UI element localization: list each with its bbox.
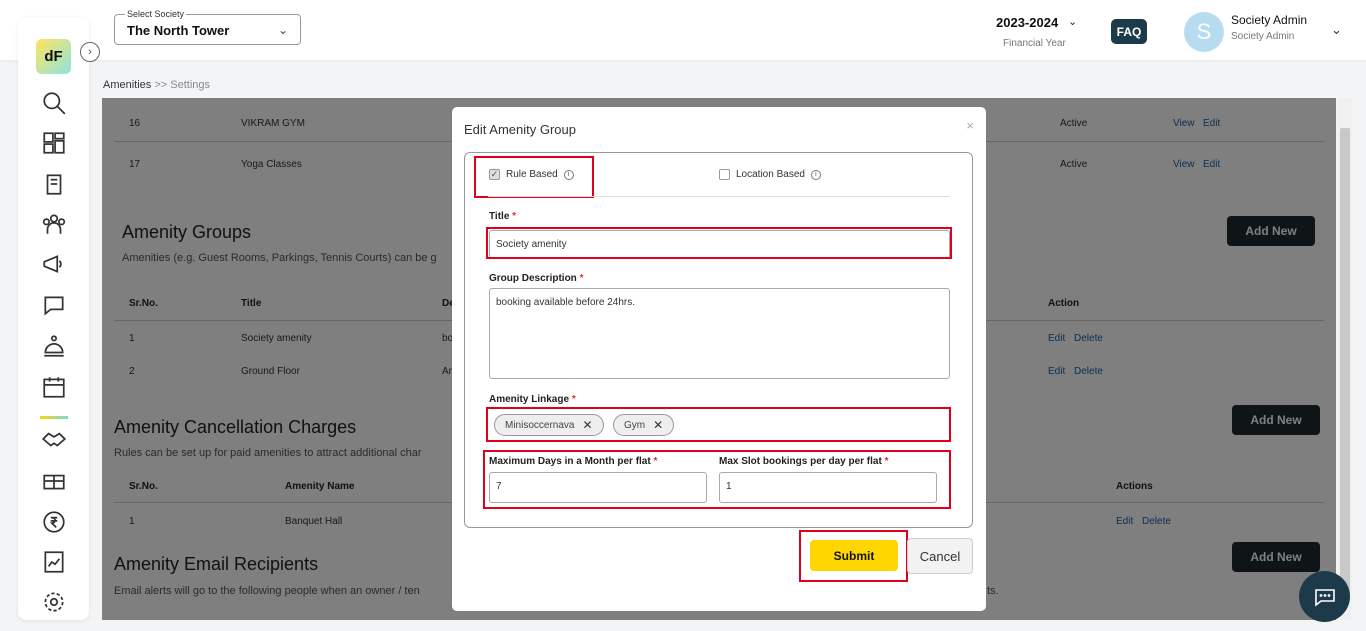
title-label: Title *: [489, 211, 517, 222]
search-icon[interactable]: [40, 89, 68, 117]
top-header: Select Society The North Tower ⌄ 2023-20…: [0, 0, 1366, 60]
calendar-icon[interactable]: [40, 373, 68, 401]
highlight-box: [486, 407, 951, 442]
modal-form: ✓ Rule Based i Location Based i Title * …: [464, 152, 973, 528]
info-icon[interactable]: i: [810, 169, 821, 180]
sidebar-toggle-button[interactable]: ›: [80, 42, 100, 62]
sidebar: dF: [18, 17, 89, 620]
people-icon[interactable]: [40, 210, 68, 238]
chat-bubble-icon: [1314, 588, 1335, 607]
user-menu-chevron-icon[interactable]: ⌄: [1331, 22, 1342, 38]
user-role: Society Admin: [1231, 31, 1295, 42]
chevron-down-icon: ⌄: [277, 23, 288, 37]
location-based-checkbox[interactable]: Location Based i: [719, 169, 821, 180]
faq-button[interactable]: FAQ: [1111, 19, 1147, 44]
chat-support-button[interactable]: [1299, 571, 1350, 622]
edit-amenity-group-modal: Edit Amenity Group × ✓ Rule Based i Loca…: [452, 107, 986, 611]
user-name: Society Admin: [1231, 13, 1308, 27]
group-description-label: Group Description *: [489, 273, 584, 284]
gear-icon[interactable]: [40, 588, 68, 616]
highlight-box: [799, 530, 908, 582]
app-logo: dF: [36, 39, 71, 74]
scrollbar-thumb[interactable]: [1340, 128, 1350, 598]
building-icon[interactable]: [40, 170, 68, 198]
highlight-box: [483, 450, 951, 509]
gift-box-icon[interactable]: [40, 467, 68, 495]
breadcrumb: Amenities >> Settings: [103, 79, 211, 91]
report-icon[interactable]: [40, 548, 68, 576]
chat-icon[interactable]: [40, 291, 68, 319]
close-icon[interactable]: ×: [966, 118, 974, 133]
active-indicator: [40, 416, 68, 419]
financial-year-select[interactable]: 2023-2024: [996, 15, 1058, 30]
cancel-button[interactable]: Cancel: [907, 538, 973, 574]
amenity-linkage-label: Amenity Linkage *: [489, 394, 576, 405]
rupee-icon[interactable]: [40, 508, 68, 536]
megaphone-icon[interactable]: [40, 250, 68, 278]
financial-year-label: Financial Year: [1003, 38, 1066, 49]
group-description-textarea[interactable]: booking available before 24hrs.: [489, 288, 950, 379]
avatar[interactable]: S: [1184, 12, 1224, 52]
society-select-label: Select Society: [125, 9, 187, 19]
society-select-value: The North Tower: [127, 23, 230, 38]
highlight-box: [486, 227, 952, 259]
breadcrumb-amenities-link[interactable]: Amenities: [103, 79, 151, 91]
highlight-box: [474, 156, 594, 198]
chevron-down-icon[interactable]: ⌄: [1068, 15, 1077, 28]
reception-icon[interactable]: [40, 332, 68, 360]
dashboard-icon[interactable]: [40, 129, 68, 157]
society-select[interactable]: Select Society The North Tower ⌄: [114, 9, 301, 45]
handshake-icon[interactable]: [40, 425, 68, 453]
scrollbar[interactable]: [1338, 98, 1352, 620]
modal-title: Edit Amenity Group: [464, 122, 576, 137]
checkbox-unchecked-icon[interactable]: [719, 169, 730, 180]
